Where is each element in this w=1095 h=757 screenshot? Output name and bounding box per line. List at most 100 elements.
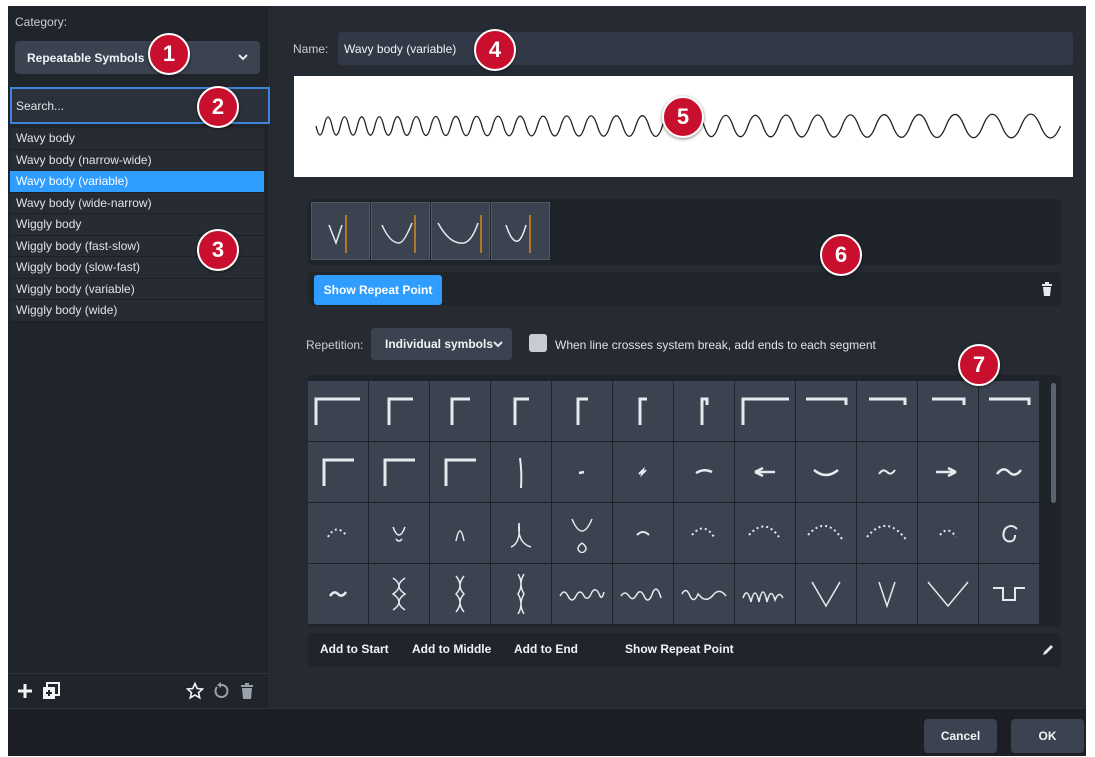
symbol-cell[interactable] [369, 442, 429, 502]
list-item-selected[interactable]: Wavy body (variable) [10, 171, 264, 193]
corner-bracket-icon [322, 458, 354, 486]
trash-icon[interactable] [238, 682, 256, 700]
symbol-cell[interactable] [491, 381, 551, 441]
trash-icon[interactable] [1041, 282, 1053, 296]
component-tile[interactable] [491, 202, 550, 260]
add-to-middle-button[interactable]: Add to Middle [412, 642, 491, 656]
component-tile[interactable] [311, 202, 370, 260]
symbol-cell[interactable] [735, 503, 795, 563]
symbol-cell[interactable] [918, 381, 978, 441]
callout-marker: 2 [197, 86, 239, 128]
pencil-icon[interactable] [1041, 643, 1055, 657]
symbol-cell[interactable] [674, 503, 734, 563]
symbol-cell[interactable] [613, 381, 673, 441]
v-shape-icon [927, 581, 969, 608]
show-repeat-point-toggle[interactable]: Show Repeat Point [314, 275, 442, 305]
symbol-cell[interactable] [979, 503, 1039, 563]
add-to-end-button[interactable]: Add to End [514, 642, 578, 656]
symbol-cell[interactable] [308, 442, 368, 502]
symbol-cell[interactable] [369, 503, 429, 563]
symbol-cell[interactable] [552, 503, 612, 563]
symbol-cell[interactable] [857, 564, 917, 624]
list-item[interactable]: Wiggly body (variable) [10, 278, 264, 300]
duplicate-icon[interactable] [42, 682, 60, 700]
add-icon[interactable] [16, 682, 34, 700]
symbol-cell[interactable] [430, 564, 490, 624]
show-repeat-point-button[interactable]: Show Repeat Point [625, 642, 734, 656]
symbol-cell[interactable] [979, 442, 1039, 502]
symbol-cell[interactable] [552, 442, 612, 502]
symbol-cell[interactable] [308, 381, 368, 441]
symbol-cell[interactable] [796, 442, 856, 502]
symbol-cell[interactable] [857, 442, 917, 502]
symbol-cell[interactable] [674, 442, 734, 502]
symbol-cell[interactable] [430, 381, 490, 441]
reset-icon[interactable] [212, 682, 230, 700]
wavy-line-icon [681, 589, 727, 601]
symbol-cell[interactable] [674, 381, 734, 441]
v-shape-icon [878, 581, 896, 609]
star-icon[interactable] [186, 682, 204, 700]
loop-icon [571, 518, 593, 553]
list-item[interactable]: Wavy body [10, 128, 264, 150]
category-value: Repeatable Symbols [27, 50, 145, 65]
symbol-cell[interactable] [796, 503, 856, 563]
symbol-cell[interactable] [430, 442, 490, 502]
component-tile[interactable] [431, 202, 490, 260]
system-break-checkbox[interactable] [529, 334, 547, 352]
component-tile[interactable] [371, 202, 430, 260]
symbol-cell[interactable] [491, 564, 551, 624]
palette-toolbar: Add to Start Add to Middle Add to End Sh… [308, 633, 1061, 667]
list-item[interactable]: Wavy body (narrow-wide) [10, 149, 264, 171]
corner-bracket-icon [869, 397, 907, 405]
symbol-cell[interactable] [979, 381, 1039, 441]
name-input[interactable] [338, 32, 1073, 65]
symbol-cell[interactable] [552, 381, 612, 441]
list-item[interactable]: Wavy body (wide-narrow) [10, 192, 264, 214]
symbol-cell[interactable] [857, 503, 917, 563]
add-to-start-button[interactable]: Add to Start [320, 642, 389, 656]
symbol-cell[interactable] [857, 381, 917, 441]
ok-button[interactable]: OK [1011, 719, 1084, 753]
symbol-cell[interactable] [552, 564, 612, 624]
wavy-line-icon [742, 591, 784, 603]
repetition-label: Repetition: [306, 338, 364, 352]
symbol-cell[interactable] [918, 442, 978, 502]
corner-bracket-icon [450, 397, 470, 425]
symbol-cell[interactable] [491, 442, 551, 502]
symbol-cell[interactable] [613, 564, 673, 624]
symbol-cell[interactable] [369, 381, 429, 441]
components-strip [308, 199, 1061, 265]
loop-icon [455, 530, 465, 542]
palette-scrollbar[interactable] [1051, 383, 1056, 503]
symbol-cell[interactable] [369, 564, 429, 624]
symbol-cell[interactable] [735, 442, 795, 502]
symbol-cell[interactable] [735, 564, 795, 624]
cancel-button[interactable]: Cancel [924, 719, 997, 753]
category-select[interactable]: Repeatable Symbols [15, 41, 260, 74]
symbol-cell[interactable] [918, 503, 978, 563]
symbol-cell[interactable] [613, 503, 673, 563]
line-list: Wavy body Wavy body (narrow-wide) Wavy b… [10, 128, 264, 322]
symbol-cell[interactable] [796, 564, 856, 624]
symbol-cell[interactable] [735, 381, 795, 441]
wavy-line-icon [620, 588, 662, 601]
symbol-cell[interactable] [430, 503, 490, 563]
symbol-cell[interactable] [796, 381, 856, 441]
list-item[interactable]: Wiggly body (wide) [10, 300, 264, 322]
corner-bracket-icon [444, 458, 476, 486]
swoop-icon [695, 469, 713, 475]
spiral-icon [1002, 525, 1018, 543]
components-toolbar: Show Repeat Point [308, 272, 1061, 306]
braid-icon [454, 575, 466, 613]
symbol-cell[interactable] [308, 564, 368, 624]
symbol-cell[interactable] [491, 503, 551, 563]
repetition-select[interactable]: Individual symbols [371, 328, 512, 360]
symbol-cell[interactable] [674, 564, 734, 624]
symbol-cell[interactable] [918, 564, 978, 624]
symbol-cell[interactable] [613, 442, 673, 502]
symbol-cell[interactable] [979, 564, 1039, 624]
corner-bracket-icon [989, 397, 1031, 405]
callout-marker: 1 [148, 33, 190, 75]
symbol-cell[interactable] [308, 503, 368, 563]
